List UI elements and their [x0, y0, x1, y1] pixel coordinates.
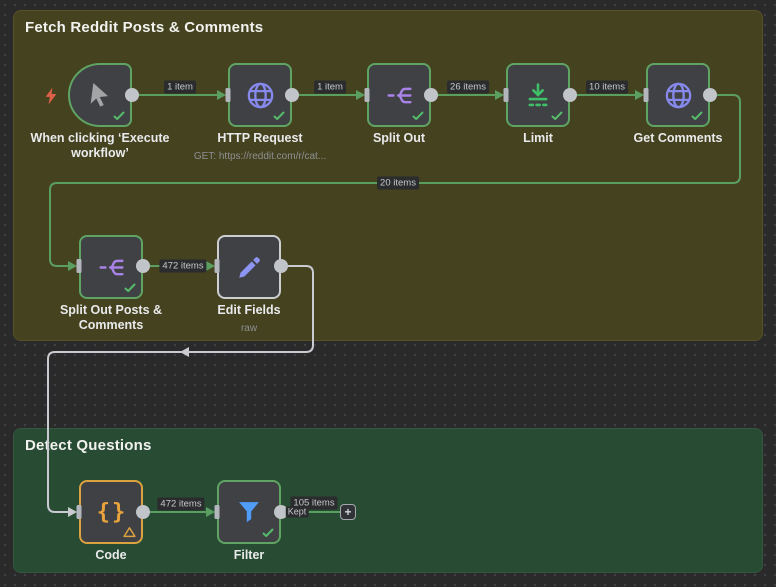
node-filter[interactable] [217, 480, 281, 544]
node-label-limit: Limit [523, 131, 553, 145]
success-check-icon [691, 111, 703, 121]
add-node-button[interactable]: + [340, 504, 356, 520]
node-manual-trigger[interactable] [68, 63, 132, 127]
node-get-comments[interactable] [646, 63, 710, 127]
node-http-request[interactable] [228, 63, 292, 127]
success-check-icon [262, 528, 274, 538]
node-label-http-request: HTTP Request GET: https://reddit.com/r/c… [180, 131, 340, 164]
node-edit-fields[interactable] [217, 235, 281, 299]
pencil-icon [219, 237, 279, 297]
node-label-split-out: Split Out [372, 131, 426, 145]
node-label-code: Code [95, 548, 127, 562]
node-subtitle-edit-fields: raw [240, 323, 258, 334]
items-count-label: 472 items [157, 497, 205, 511]
node-label-get-comments: Get Comments [633, 131, 723, 145]
node-label-split-out-posts: Split Out Posts & Comments [59, 303, 163, 332]
workflow-canvas[interactable]: Fetch Reddit Posts & Comments Detect Que… [0, 0, 776, 587]
node-label-edit-fields: Edit Fields raw [169, 303, 329, 336]
execute-bolt-icon [44, 87, 58, 105]
node-split-out-posts-comments[interactable] [79, 235, 143, 299]
success-check-icon [551, 111, 563, 121]
node-subtitle-http-request: GET: https://reddit.com/r/cat... [193, 151, 327, 162]
sticky-note-title: Fetch Reddit Posts & Comments [25, 19, 264, 36]
items-count-label: 26 items [447, 80, 489, 94]
node-label-filter: Filter [233, 548, 265, 562]
success-check-icon [124, 283, 136, 293]
warning-triangle-icon [123, 526, 136, 538]
items-count-label: 20 items [377, 176, 419, 190]
success-check-icon [113, 111, 125, 121]
sticky-note-title: Detect Questions [25, 437, 152, 454]
items-count-label: 10 items [586, 80, 628, 94]
node-label-manual-trigger: When clicking ‘Execute workflow’ [30, 131, 170, 160]
success-check-icon [412, 111, 424, 121]
items-count-label: 472 items [159, 259, 207, 273]
node-split-out[interactable] [367, 63, 431, 127]
plus-icon: + [344, 505, 352, 519]
output-branch-label-kept: Kept [285, 506, 309, 518]
items-count-label: 1 item [164, 80, 196, 94]
success-check-icon [273, 111, 285, 121]
items-count-label: 1 item [314, 80, 346, 94]
node-code[interactable]: {} [79, 480, 143, 544]
node-limit[interactable] [506, 63, 570, 127]
